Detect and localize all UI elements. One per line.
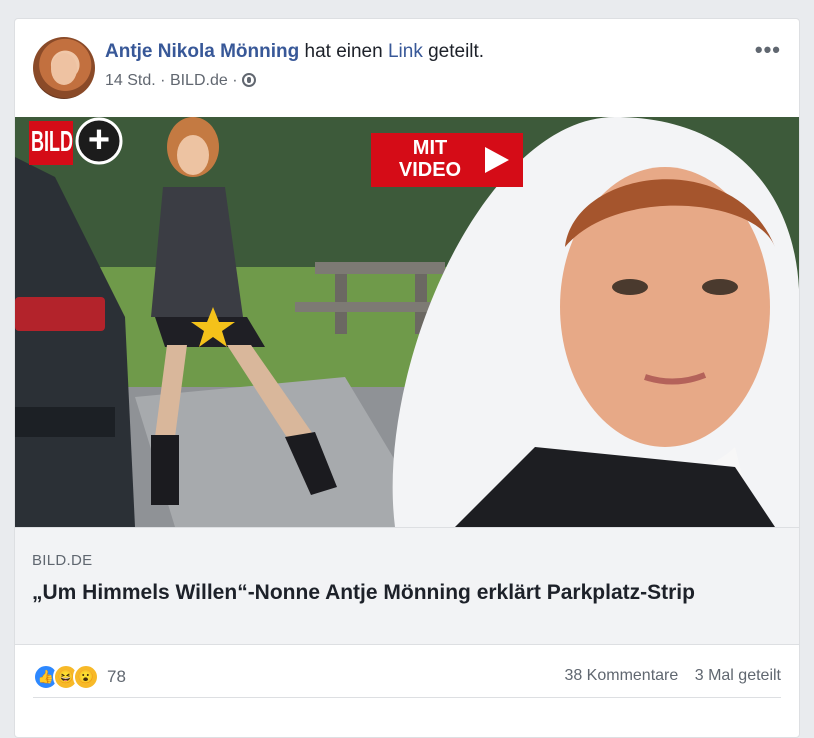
comments-count-link[interactable]: 38 Kommentare — [564, 667, 678, 684]
post-source[interactable]: BILD.de — [170, 72, 228, 89]
globe-icon[interactable] — [241, 73, 256, 87]
link-domain: BILD.DE — [32, 552, 93, 569]
author-name-link[interactable]: Antje Nikola Mönning — [105, 41, 299, 62]
meta-separator: · — [160, 72, 166, 89]
author-avatar[interactable] — [33, 37, 95, 99]
video-badge-line2: VIDEO — [398, 159, 462, 181]
shares-count-link[interactable]: 3 Mal geteilt — [695, 667, 781, 684]
reaction-count[interactable]: 78 — [107, 667, 126, 687]
feed-post-card: Antje Nikola Mönning hat einen Link gete… — [14, 18, 800, 738]
video-badge-line1: MIT — [412, 137, 448, 159]
link-preview-image[interactable]: BILD + MIT VIDEO — [15, 117, 799, 527]
reactions-summary[interactable]: 👍 😆 😮 78 — [33, 664, 126, 690]
link-headline[interactable]: „Um Himmels Willen“-Nonne Antje Mönning … — [32, 578, 784, 607]
avatar-face — [51, 53, 77, 85]
action-prefix: hat einen — [304, 41, 383, 62]
wow-icon: 😮 — [73, 664, 99, 690]
post-attribution: Antje Nikola Mönning hat einen Link gete… — [105, 41, 484, 63]
link-preview-text[interactable]: BILD.DE „Um Himmels Willen“-Nonne Antje … — [15, 527, 799, 645]
more-icon[interactable]: ••• — [755, 37, 781, 63]
bild-plus-icon: + — [87, 119, 111, 161]
post-timestamp[interactable]: 14 Std. — [105, 72, 156, 89]
bild-logo: BILD — [31, 125, 73, 158]
action-suffix: geteilt. — [428, 41, 485, 62]
post-meta: 14 Std. · BILD.de · — [105, 72, 256, 90]
video-badge: MIT VIDEO — [375, 137, 485, 181]
shared-link-link[interactable]: Link — [388, 41, 423, 62]
post-footer: 👍 😆 😮 78 38 Kommentare 3 Mal geteilt — [33, 657, 781, 698]
engagement-stats: 38 Kommentare 3 Mal geteilt — [564, 667, 781, 685]
post-header: Antje Nikola Mönning hat einen Link gete… — [33, 37, 781, 103]
meta-separator-2: · — [232, 72, 238, 89]
